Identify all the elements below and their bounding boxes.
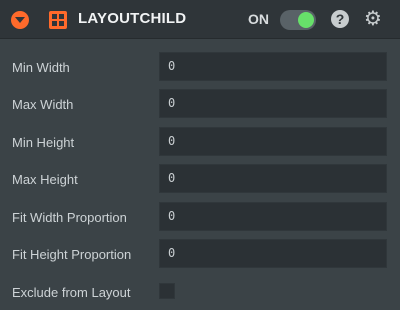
max-width-input[interactable]: 0: [159, 89, 387, 118]
fit-height-proportion-input[interactable]: 0: [159, 239, 387, 268]
max-height-input[interactable]: 0: [159, 164, 387, 193]
exclude-from-layout-label: Exclude from Layout: [12, 285, 131, 300]
min-height-input[interactable]: 0: [159, 127, 387, 156]
collapse-icon[interactable]: [11, 11, 29, 29]
grid-icon: [49, 11, 67, 29]
fit-width-proportion-label: Fit Width Proportion: [12, 210, 127, 225]
min-width-input[interactable]: 0: [159, 52, 387, 81]
gear-icon[interactable]: ⚙: [363, 8, 383, 30]
toggle-label: ON: [248, 11, 269, 27]
layoutchild-panel: LAYOUTCHILD ON ? ⚙ Min Width 0 Max Width…: [0, 0, 400, 310]
enable-toggle[interactable]: [280, 10, 316, 30]
component-header: LAYOUTCHILD ON ? ⚙: [0, 0, 400, 39]
toggle-knob: [298, 12, 314, 28]
fit-height-proportion-label: Fit Height Proportion: [12, 247, 132, 262]
exclude-from-layout-checkbox[interactable]: [159, 283, 175, 299]
min-width-label: Min Width: [12, 60, 70, 75]
component-title: LAYOUTCHILD: [78, 10, 187, 27]
max-height-label: Max Height: [12, 172, 78, 187]
fit-width-proportion-input[interactable]: 0: [159, 202, 387, 231]
max-width-label: Max Width: [12, 97, 74, 112]
min-height-label: Min Height: [12, 135, 75, 150]
help-icon[interactable]: ?: [331, 10, 349, 28]
